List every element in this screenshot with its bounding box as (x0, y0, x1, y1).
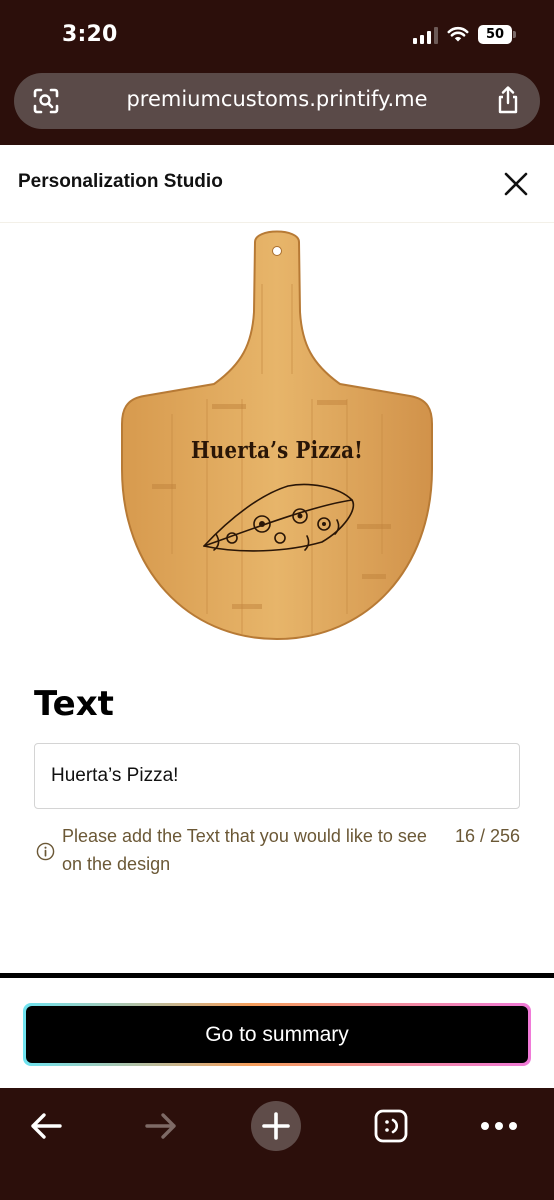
plus-icon[interactable] (250, 1100, 302, 1152)
browser-toolbar (0, 1088, 554, 1200)
battery-level: 50 (478, 25, 512, 44)
more-button[interactable] (473, 1100, 525, 1152)
address-bar[interactable]: premiumcustoms.printify.me (14, 73, 540, 129)
back-arrow-icon[interactable] (29, 1112, 63, 1140)
product-preview: Huerta’s Pizza! (0, 224, 554, 654)
go-to-summary-button[interactable]: Go to summary (23, 1003, 531, 1066)
share-icon[interactable] (495, 86, 521, 114)
helper-text: Please add the Text that you would like … (62, 826, 427, 874)
section-divider (0, 973, 554, 978)
status-time: 3:20 (62, 22, 118, 47)
forward-arrow-icon[interactable] (144, 1112, 178, 1140)
text-input[interactable] (34, 743, 520, 809)
tabs-button[interactable] (365, 1100, 417, 1152)
info-icon (36, 842, 55, 861)
battery-indicator: 50 (478, 25, 516, 44)
url-text[interactable]: premiumcustoms.printify.me (14, 87, 540, 111)
page-title: Personalization Studio (18, 171, 223, 192)
tabs-icon[interactable] (373, 1108, 409, 1144)
close-icon[interactable] (502, 170, 530, 198)
forward-button[interactable] (135, 1100, 187, 1152)
cellular-signal-icon (413, 26, 438, 44)
new-tab-button[interactable] (250, 1100, 302, 1152)
character-counter: 16 / 256 (454, 826, 520, 846)
back-button[interactable] (20, 1100, 72, 1152)
engraved-text-preview: Huerta’s Pizza! (191, 437, 363, 464)
text-section-title: Text (34, 684, 114, 724)
status-indicators: 50 (413, 25, 516, 44)
browser-top-chrome: 3:20 50 premiumcustoms.printify.me (0, 0, 554, 145)
text-helper: Please add the Text that you would like … (34, 822, 520, 882)
studio-header: Personalization Studio (0, 145, 554, 223)
wifi-icon (447, 26, 469, 42)
go-to-summary-label[interactable]: Go to summary (26, 1006, 528, 1063)
more-icon[interactable] (479, 1120, 519, 1132)
